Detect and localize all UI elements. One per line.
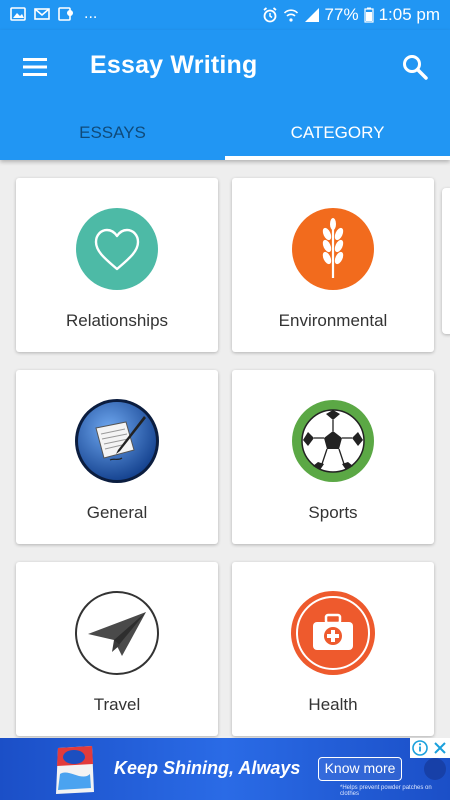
ad-disclaimer: *Helps prevent powder patches on clothes (340, 785, 432, 797)
category-label: Sports (308, 503, 358, 522)
category-label: Health (308, 695, 358, 714)
category-label: General (86, 503, 148, 522)
wheat-icon (292, 208, 374, 290)
category-grid: Relationships Environmental General Spor… (0, 160, 450, 738)
status-bar: ... 77% 1:05 pm (0, 0, 450, 30)
detergent-pack-icon (56, 746, 94, 794)
category-card-environmental[interactable]: Environmental (232, 178, 434, 352)
gallery-notification-icon (10, 7, 26, 21)
tab-essays[interactable]: ESSAYS (0, 110, 225, 160)
battery-percentage: 77% (324, 5, 359, 24)
battery-icon (363, 7, 374, 23)
category-card-sports[interactable]: Sports (232, 370, 434, 544)
ad-close-icon[interactable] (430, 738, 450, 758)
category-card-relationships[interactable]: Relationships (16, 178, 218, 352)
category-card-health[interactable]: Health (232, 562, 434, 736)
mail-notification-icon (34, 8, 50, 20)
wifi-icon (283, 9, 298, 22)
category-label: Relationships (65, 311, 169, 330)
heart-icon (76, 208, 158, 290)
tab-bar: ESSAYS CATEGORY (0, 110, 450, 160)
ad-brand-logo (424, 758, 446, 780)
alarm-icon (262, 7, 277, 23)
paper-quill-icon (75, 399, 159, 483)
ad-info-icon[interactable] (410, 738, 430, 758)
category-label: Travel (93, 695, 141, 714)
signal-icon (304, 8, 319, 22)
next-page-card-edge (442, 188, 450, 334)
soccer-ball-icon (292, 400, 374, 482)
category-card-travel[interactable]: Travel (16, 562, 218, 736)
category-card-general[interactable]: General (16, 370, 218, 544)
clock-time: 1:05 pm (378, 5, 440, 24)
more-notifications-text: ... (84, 5, 98, 22)
photo-location-notification-icon (58, 7, 73, 21)
ad-banner[interactable]: Keep Shining, Always Know more *Helps pr… (0, 738, 450, 800)
hamburger-menu-icon[interactable] (20, 52, 50, 82)
app-title: Essay Writing (90, 51, 258, 79)
category-label: Environmental (278, 311, 388, 330)
search-icon[interactable] (400, 52, 430, 82)
first-aid-kit-icon (291, 591, 375, 675)
paper-plane-icon (75, 591, 159, 675)
ad-know-more-button[interactable]: Know more (318, 757, 402, 781)
app-bar: Essay Writing ESSAYS CATEGORY (0, 30, 450, 160)
ad-headline: Keep Shining, Always (114, 758, 301, 778)
tab-category[interactable]: CATEGORY (225, 110, 450, 160)
